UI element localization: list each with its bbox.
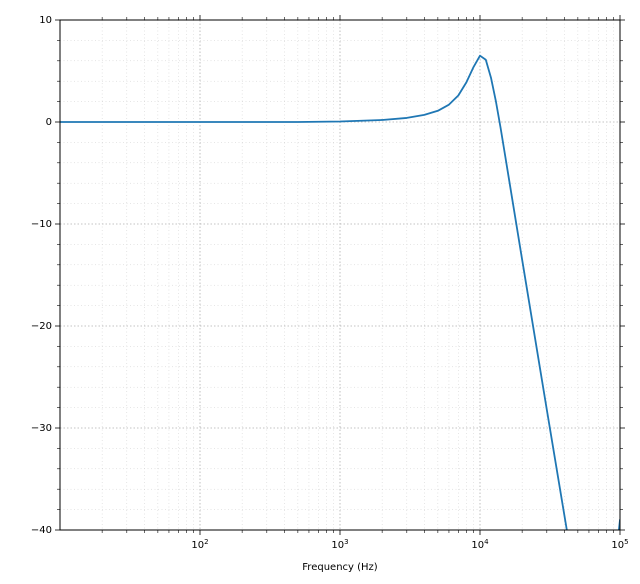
x-tick-label: 103 [331, 538, 348, 551]
y-tick-label: 0 [46, 117, 52, 128]
x-tick-label: 104 [471, 538, 489, 551]
bode-magnitude-plot: 102 103 104 105 −40 −30 −20 −10 0 10 Frequency (Hz… [0, 0, 640, 584]
y-tick-label: −10 [31, 219, 52, 230]
chart-svg: 102 103 104 105 −40 −30 −20 −10 0 10 Frequency (Hz… [0, 0, 640, 584]
x-tick-label: 105 [611, 538, 628, 551]
y-tick-label: −20 [31, 321, 52, 332]
y-tick-label: −30 [31, 423, 52, 434]
x-tick-label: 102 [191, 538, 208, 551]
y-tick-label: −40 [31, 525, 52, 536]
x-axis-label: Frequency (Hz) [302, 562, 378, 573]
y-tick-label: 10 [39, 15, 52, 26]
